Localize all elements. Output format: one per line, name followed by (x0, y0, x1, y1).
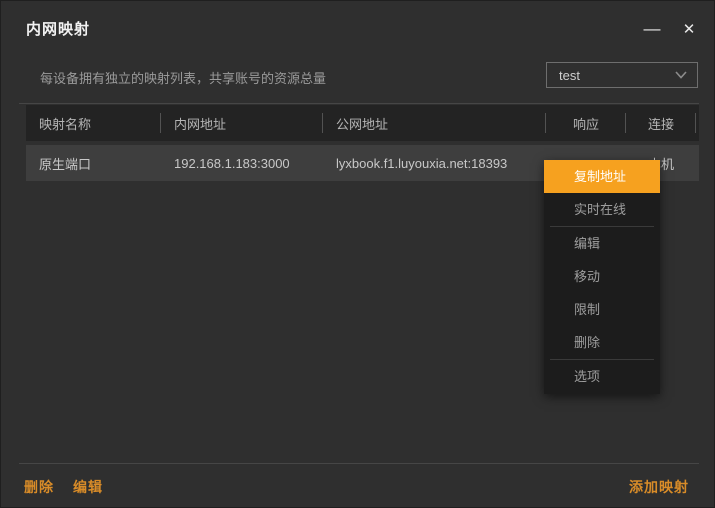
device-dropdown-value: test (559, 67, 580, 83)
chevron-down-icon (675, 71, 687, 79)
close-icon: ✕ (682, 21, 696, 38)
column-header-wan: 公网地址 (323, 105, 546, 141)
minimize-button[interactable]: — (639, 17, 665, 41)
add-mapping-button[interactable]: 添加映射 (629, 477, 689, 497)
description-text: 每设备拥有独立的映射列表，共享账号的资源总量 (40, 71, 327, 86)
delete-button[interactable]: 删除 (24, 477, 54, 497)
column-header-connection: 连接 (626, 105, 696, 141)
menu-item-realtime-online[interactable]: 实时在线 (544, 193, 660, 226)
context-menu: 复制地址 实时在线 编辑 移动 限制 删除 选项 (544, 160, 660, 394)
menu-item-delete[interactable]: 删除 (544, 326, 660, 359)
column-header-response: 响应 (546, 105, 626, 141)
table-header: 映射名称 内网地址 公网地址 响应 连接 (26, 105, 699, 141)
column-header-lan: 内网地址 (161, 105, 323, 141)
minimize-icon: — (643, 19, 661, 38)
cell-wan-address: lyxbook.f1.luyouxia.net:18393 (336, 155, 508, 171)
footer-divider (19, 463, 699, 464)
close-button[interactable]: ✕ (676, 17, 702, 41)
window-title: 内网映射 (26, 21, 91, 38)
edit-button[interactable]: 编辑 (73, 477, 103, 497)
device-dropdown[interactable]: test (546, 62, 698, 88)
header-divider (19, 103, 699, 104)
menu-item-edit[interactable]: 编辑 (544, 227, 660, 260)
menu-item-limit[interactable]: 限制 (544, 293, 660, 326)
column-header-name: 映射名称 (26, 105, 161, 141)
menu-item-options[interactable]: 选项 (544, 360, 660, 393)
menu-item-copy-address[interactable]: 复制地址 (544, 160, 660, 193)
cell-name: 原生端口 (39, 156, 92, 172)
menu-item-move[interactable]: 移动 (544, 260, 660, 293)
app-window: 内网映射 — ✕ 每设备拥有独立的映射列表，共享账号的资源总量 test 映射名… (0, 0, 715, 508)
cell-lan-address: 192.168.1.183:3000 (174, 155, 290, 171)
